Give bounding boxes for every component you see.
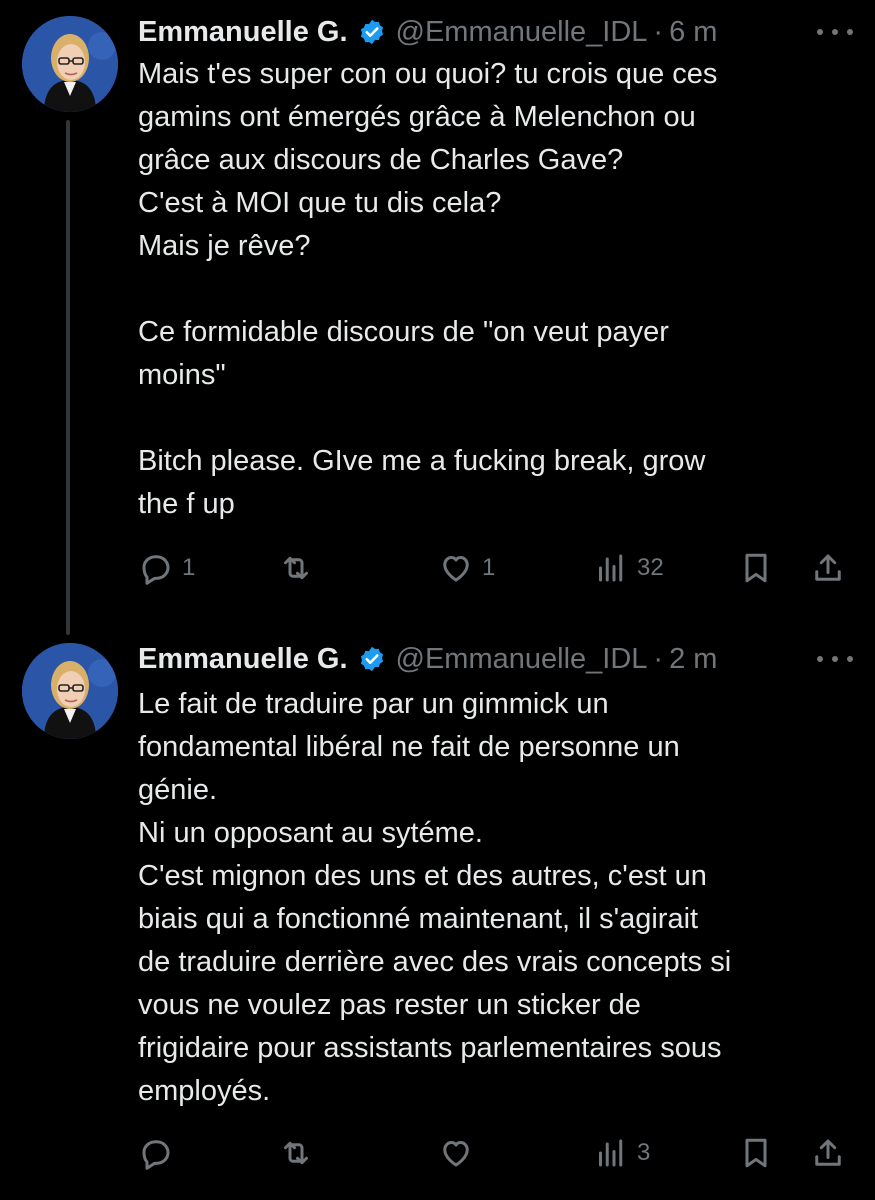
reply-button[interactable]: [138, 1133, 182, 1173]
author-name[interactable]: Emmanuelle G.: [138, 643, 348, 676]
share-icon: [815, 554, 841, 581]
reply-icon: [142, 555, 170, 585]
separator-dot: ·: [653, 15, 664, 48]
text-line: [138, 268, 851, 311]
views-count: 32: [637, 554, 664, 581]
text-line: the f up: [138, 488, 235, 520]
retweet-button[interactable]: [278, 1133, 322, 1173]
views-count: 3: [637, 1139, 651, 1166]
views-button[interactable]: 32: [593, 548, 664, 588]
verified-badge-icon: [358, 18, 386, 46]
reply-icon: [142, 1140, 170, 1170]
text-line: employés.: [138, 1075, 271, 1107]
tweet-header: Emmanuelle G. @Emmanuelle_IDL · 6 m: [138, 12, 855, 52]
text-line: Le fait de traduire par un gimmick un: [138, 688, 609, 720]
avatar[interactable]: [22, 643, 118, 739]
text-line: moins": [138, 359, 226, 391]
text-line: de traduire derrière avec des vrais conc…: [138, 946, 732, 978]
share-button[interactable]: [810, 548, 846, 588]
views-button[interactable]: 3: [593, 1133, 650, 1173]
action-bar: 1 1 32: [138, 548, 855, 588]
text-line: C'est à MOI que tu dis cela?: [138, 187, 502, 219]
text-line: Ce formidable discours de "on veut payer: [138, 316, 669, 348]
like-button[interactable]: 1: [438, 548, 495, 588]
like-button[interactable]: [438, 1133, 482, 1173]
views-icon: [599, 1139, 623, 1167]
more-icon[interactable]: [817, 647, 853, 671]
text-line: Mais t'es super con ou quoi? tu crois qu…: [138, 58, 718, 90]
author-handle[interactable]: @Emmanuelle_IDL: [396, 16, 648, 49]
tweet[interactable]: Emmanuelle G. @Emmanuelle_IDL · 2 m Le f…: [0, 625, 875, 1200]
more-icon[interactable]: [817, 20, 853, 44]
tweet-text: Le fait de traduire par un gimmick un fo…: [138, 683, 851, 1113]
text-line: grâce aux discours de Charles Gave?: [138, 144, 624, 176]
bookmark-button[interactable]: [738, 1133, 774, 1173]
timestamp[interactable]: 6 m: [669, 16, 717, 49]
tweet-text: Mais t'es super con ou quoi? tu crois qu…: [138, 53, 851, 526]
reply-button[interactable]: 1: [138, 548, 195, 588]
text-line: fondamental libéral ne fait de personne …: [138, 731, 680, 763]
bookmark-button[interactable]: [738, 548, 774, 588]
text-line: Bitch please. GIve me a fucking break, g…: [138, 445, 706, 477]
like-icon: [443, 556, 469, 582]
like-count: 1: [482, 554, 496, 581]
text-line: frigidaire pour assistants parlementaire…: [138, 1032, 722, 1064]
text-line: Ni un opposant au sytéme.: [138, 817, 483, 849]
retweet-icon: [284, 1141, 308, 1165]
bookmark-icon: [745, 553, 767, 583]
share-button[interactable]: [810, 1133, 846, 1173]
action-bar: 3: [138, 1133, 855, 1173]
reply-count: 1: [182, 554, 196, 581]
text-line: C'est mignon des uns et des autres, c'es…: [138, 860, 707, 892]
verified-badge-icon: [358, 645, 386, 673]
author-handle[interactable]: @Emmanuelle_IDL: [396, 643, 648, 676]
text-line: Mais je rêve?: [138, 230, 311, 262]
text-line: gamins ont émergés grâce à Melenchon ou: [138, 101, 696, 133]
text-line: vous ne voulez pas rester un sticker de: [138, 989, 641, 1021]
retweet-icon: [284, 556, 308, 580]
like-icon: [443, 1141, 469, 1167]
retweet-button[interactable]: [278, 548, 322, 588]
timestamp[interactable]: 2 m: [669, 643, 717, 676]
author-name[interactable]: Emmanuelle G.: [138, 16, 348, 49]
avatar[interactable]: [22, 16, 118, 112]
bookmark-icon: [745, 1138, 767, 1168]
tweet[interactable]: Emmanuelle G. @Emmanuelle_IDL · 6 m Mais…: [0, 0, 875, 620]
views-icon: [599, 554, 623, 582]
tweet-header: Emmanuelle G. @Emmanuelle_IDL · 2 m: [138, 639, 855, 679]
separator-dot: ·: [653, 642, 664, 675]
text-line: [138, 397, 851, 440]
share-icon: [815, 1139, 841, 1166]
text-line: génie.: [138, 774, 218, 806]
text-line: biais qui a fonctionné maintenant, il s'…: [138, 903, 699, 935]
